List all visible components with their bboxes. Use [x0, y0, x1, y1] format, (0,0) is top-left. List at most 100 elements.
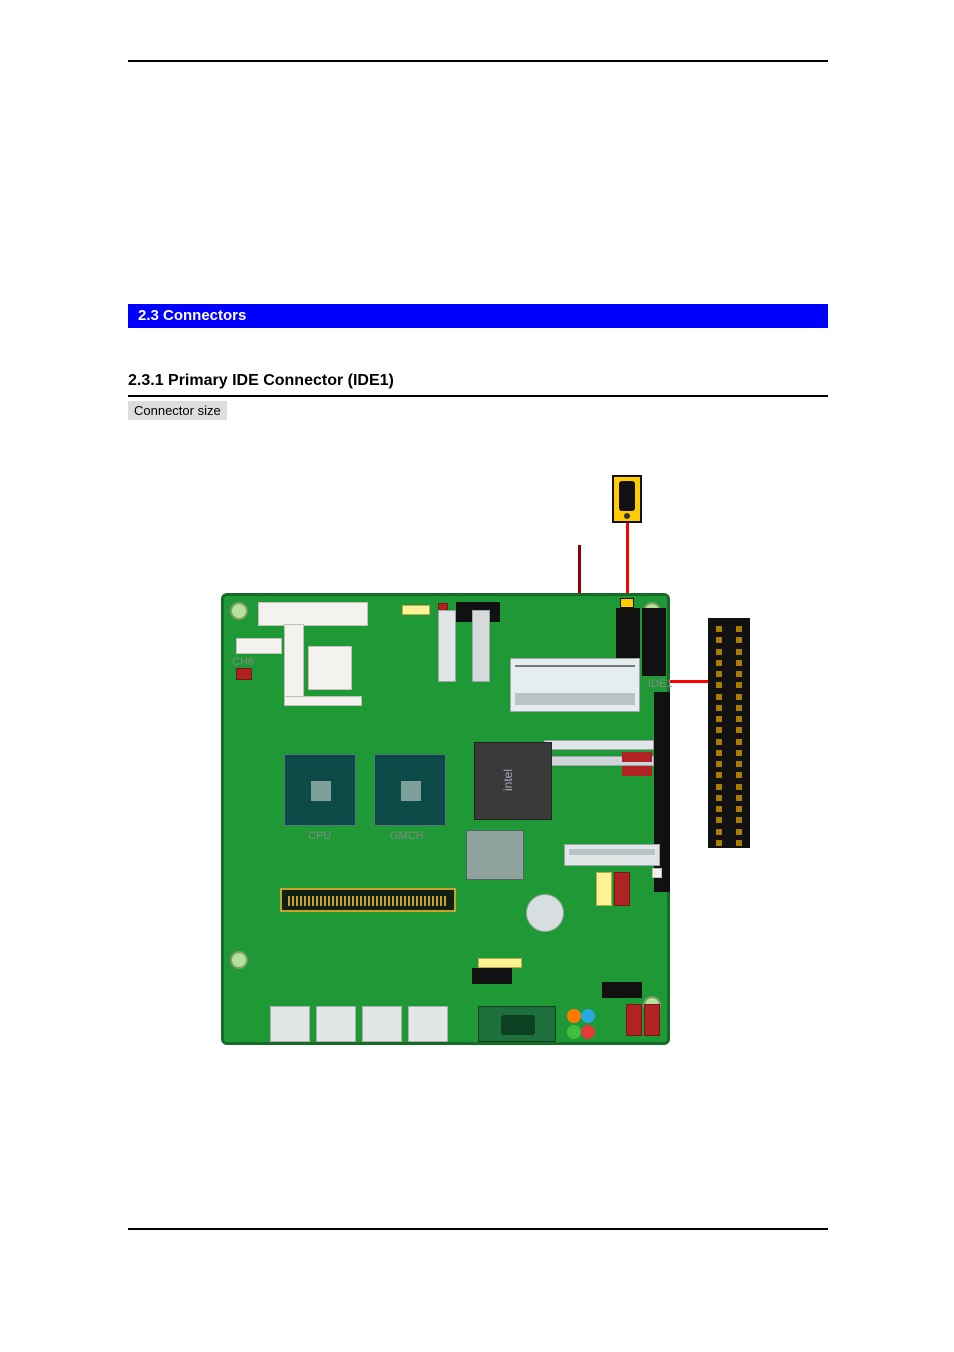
ch6-label: CH6 — [232, 656, 254, 668]
audio-jack — [567, 1025, 581, 1039]
ide-pin — [736, 671, 742, 677]
ide-pin — [716, 626, 722, 632]
ide-pin — [716, 637, 722, 643]
io-port — [270, 1006, 310, 1042]
ide-pin — [736, 649, 742, 655]
zif-connector — [438, 610, 456, 682]
mini-pcie-slot — [564, 844, 660, 866]
ide-pin — [716, 806, 722, 812]
top-horizontal-rule — [128, 60, 828, 62]
mounting-hole — [230, 602, 248, 620]
coin-cell-battery — [526, 894, 564, 932]
io-port — [316, 1006, 356, 1042]
connector-size-label: Connector size — [128, 401, 227, 420]
yellow-header — [478, 958, 522, 968]
ide-pin — [716, 840, 722, 846]
ide-pin — [716, 716, 722, 722]
audio-jack — [581, 1025, 595, 1039]
qfp-chip — [466, 830, 524, 880]
pcb-board: CH6 IDE1 — [221, 593, 670, 1045]
bottom-horizontal-rule — [128, 1228, 828, 1230]
ide-pin — [736, 716, 742, 722]
ide-pin — [716, 829, 722, 835]
cpu-chip — [284, 754, 356, 826]
yellow-pin-header — [596, 872, 612, 906]
audio-jack — [581, 1009, 595, 1023]
ide-pin — [736, 795, 742, 801]
gmch-chip — [374, 754, 446, 826]
ide-pin — [716, 739, 722, 745]
ide-pin — [716, 772, 722, 778]
ide-pin — [716, 817, 722, 823]
ide-pin — [716, 784, 722, 790]
ide-pin — [716, 682, 722, 688]
yellow-header — [402, 605, 430, 615]
pcb-figure: CH6 IDE1 — [221, 593, 670, 1045]
io-port — [408, 1006, 448, 1042]
ide-pin — [736, 817, 742, 823]
ide-pin — [736, 660, 742, 666]
ide-pin — [736, 829, 742, 835]
ide-pin — [716, 795, 722, 801]
ide-pin — [736, 705, 742, 711]
ide-pin — [736, 772, 742, 778]
gmch-label: GMCH — [390, 830, 424, 842]
ide-pin — [736, 840, 742, 846]
ide-pin — [736, 784, 742, 790]
zif-connector — [472, 610, 490, 682]
ide-pin — [736, 626, 742, 632]
ide-pin — [736, 727, 742, 733]
ide-pin — [716, 671, 722, 677]
intel-text: intel — [501, 769, 515, 791]
ide-pin — [736, 761, 742, 767]
white-connector — [308, 646, 352, 690]
sata-port — [622, 766, 652, 776]
ide-pin — [716, 705, 722, 711]
ide-pin — [716, 660, 722, 666]
cpu-label: CPU — [308, 830, 331, 842]
subsection-title: 2.3.1 Primary IDE Connector (IDE1) — [128, 372, 828, 390]
red-header — [236, 668, 252, 680]
mounting-hole — [230, 951, 248, 969]
audio-jack — [567, 1009, 581, 1023]
ide-pin — [736, 682, 742, 688]
jumper-shunt — [619, 481, 635, 511]
front-panel-header — [472, 968, 512, 984]
intel-chip: intel — [474, 742, 552, 820]
ide-pin — [736, 694, 742, 700]
ide-pin — [716, 750, 722, 756]
vga-port — [478, 1006, 556, 1042]
ide-pin — [716, 727, 722, 733]
ide-pin — [716, 694, 722, 700]
white-connector — [284, 696, 362, 706]
red-pin-header — [614, 872, 630, 906]
ide-connector-detail — [708, 618, 750, 848]
white-connector — [284, 624, 304, 700]
io-port — [362, 1006, 402, 1042]
section-header-bar: 2.3 Connectors — [128, 304, 828, 328]
pin-header — [602, 982, 642, 998]
jumper-pin-dot — [624, 513, 630, 519]
red-pin-header — [626, 1004, 642, 1036]
ide-pin — [736, 750, 742, 756]
pin-header — [642, 608, 666, 676]
ide1-label: IDE1 — [648, 678, 672, 690]
cf-card-slot — [510, 658, 640, 712]
slim-slot — [544, 740, 654, 750]
jp2-jumper — [620, 598, 634, 608]
ide-pin — [736, 806, 742, 812]
audio-jack-stack — [566, 1006, 594, 1042]
standoff — [652, 868, 662, 878]
atx-power-header — [258, 602, 368, 626]
ide-pin — [736, 637, 742, 643]
ide-pin — [716, 649, 722, 655]
jumper-detail-figure — [612, 475, 642, 523]
subsection-underline — [128, 395, 828, 397]
ide-pin — [716, 761, 722, 767]
sodimm-slot — [280, 888, 456, 912]
ide-pin — [736, 739, 742, 745]
section-header-text: 2.3 Connectors — [138, 307, 246, 324]
sata-port — [622, 752, 652, 762]
white-connector — [236, 638, 282, 654]
red-pin-header — [644, 1004, 660, 1036]
